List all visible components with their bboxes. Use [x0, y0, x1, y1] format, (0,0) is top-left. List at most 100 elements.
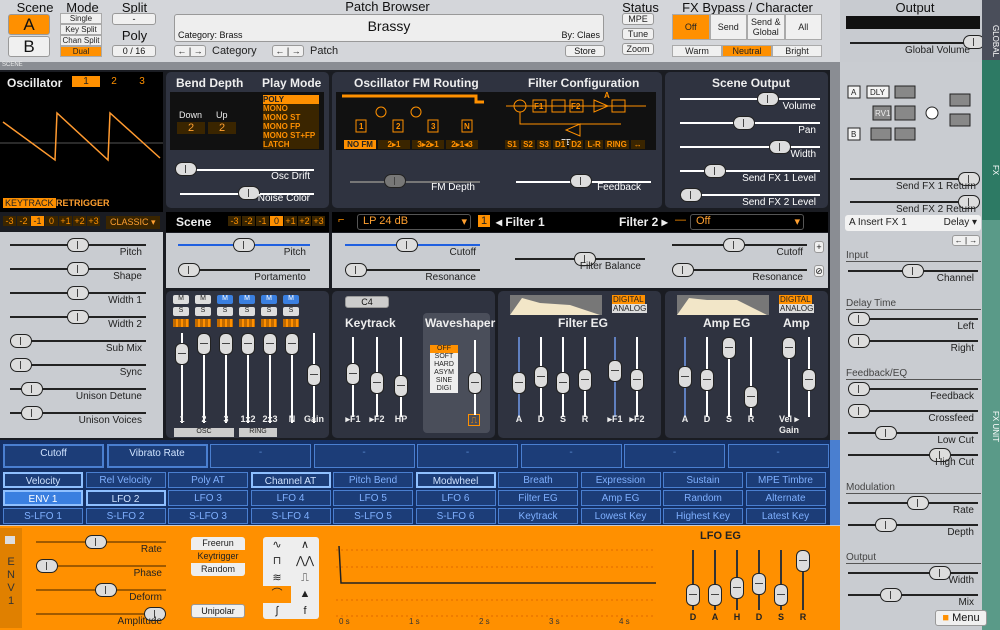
mod-source-s-lfo-5[interactable]: S-LFO 5 — [333, 508, 413, 524]
waveshaper-off[interactable]: OFF — [430, 345, 458, 353]
mod-source-s-lfo-6[interactable]: S-LFO 6 — [415, 508, 496, 524]
character-bright[interactable]: Bright — [772, 45, 822, 57]
bend-down-value[interactable]: 2 — [177, 122, 205, 134]
mod-source-random[interactable]: Random — [663, 490, 743, 506]
lfo-shape-9-icon[interactable]: f — [291, 603, 319, 619]
fx-prev-next[interactable]: ← | → — [952, 235, 980, 246]
mod-source-lowest-key[interactable]: Lowest Key — [580, 508, 661, 524]
solo-N[interactable]: S — [283, 307, 299, 316]
store-button[interactable]: Store — [565, 45, 605, 57]
category-prev-next[interactable]: ← | → — [174, 45, 206, 57]
solo-1[interactable]: S — [173, 307, 189, 316]
mixer-n-knob[interactable] — [285, 333, 299, 355]
mod-source-sustain[interactable]: Sustain — [663, 472, 743, 488]
fx-unit-side-tab[interactable]: FX UNIT — [982, 220, 1000, 630]
lfo-eg-3-knob[interactable] — [752, 572, 766, 595]
mod-source-s-lfo-1[interactable]: S-LFO 1 — [3, 508, 83, 524]
mixer-2x3-knob[interactable] — [263, 333, 277, 355]
fx-width-slider[interactable] — [848, 572, 978, 574]
unipolar-button[interactable]: Unipolar — [191, 604, 245, 618]
lfo-shape-7-icon[interactable]: ▲ — [291, 586, 319, 602]
lfo-shape-3-icon[interactable]: ⋀⋀ — [291, 553, 319, 569]
scene-volume-slider[interactable] — [680, 98, 820, 100]
filter2-tab[interactable]: Filter 2 ▸ — [619, 215, 668, 229]
osc-octave-0[interactable]: 0 — [45, 216, 58, 226]
lfo-shape-5-icon[interactable]: ⎍ — [291, 570, 319, 586]
filter1-type-dropdown[interactable]: LP 24 dB ▾ — [357, 214, 471, 230]
waveshaper-soft[interactable]: SOFT — [430, 353, 458, 361]
mixer-1-knob[interactable] — [175, 343, 189, 366]
mod-source-channel-at[interactable]: Channel AT — [250, 472, 331, 488]
osc-octave-minus3[interactable]: -3 — [3, 216, 16, 226]
keytrack-2-knob[interactable] — [394, 374, 408, 397]
fx-bypass-send-global[interactable]: Send & Global — [747, 14, 785, 40]
filter-config-option-7[interactable]: ↔ — [630, 140, 645, 149]
play-mode-latch[interactable]: LATCH — [263, 140, 319, 149]
filter-add-button[interactable]: + — [814, 241, 824, 253]
waveshaper-curve-icon[interactable]: ⎍ — [468, 414, 480, 426]
scene-send-fx-1-level-slider[interactable] — [680, 170, 820, 172]
scene-a-button[interactable]: A — [8, 14, 50, 35]
filter-config-option-5[interactable]: L-R — [585, 140, 603, 149]
status-tune-button[interactable]: Tune — [622, 28, 654, 40]
fx-side-tab[interactable]: FX — [982, 60, 1000, 220]
play-mode-mono-st[interactable]: MONO ST — [263, 113, 319, 122]
filter-config-option-1[interactable]: S2 — [521, 140, 535, 149]
lfo-shape-0-icon[interactable]: ∿ — [263, 537, 291, 553]
waveshaper-hard[interactable]: HARD — [430, 361, 458, 369]
mute-1x2[interactable]: M — [239, 295, 255, 304]
character-warm[interactable]: Warm — [672, 45, 722, 57]
mixer-2-knob[interactable] — [197, 333, 211, 355]
waveshaper-drive-knob[interactable] — [468, 371, 482, 394]
amp-eg-1-knob[interactable] — [700, 368, 714, 391]
waveshaper-sine[interactable]: SINE — [430, 377, 458, 385]
patch-display[interactable]: Brassy Category: Brass By: Claes — [174, 14, 604, 42]
lfo-shape-6-icon[interactable]: ⌒ — [263, 586, 291, 603]
fx-slot-dropdown[interactable]: A Insert FX 1 Delay ▾ — [845, 215, 981, 231]
amp-eg-4-knob[interactable] — [782, 337, 796, 359]
fx-high-cut-slider[interactable] — [848, 454, 978, 456]
play-mode-mono-fp[interactable]: MONO FP — [263, 122, 319, 131]
split-value[interactable]: - — [112, 13, 156, 25]
osc-octave-minus2[interactable]: -2 — [17, 216, 30, 226]
solo-3[interactable]: S — [217, 307, 233, 316]
amp-eg-digital[interactable]: DIGITAL — [779, 295, 812, 304]
filter1-tab[interactable]: ◂ Filter 1 — [496, 215, 545, 229]
fx-depth-slider[interactable] — [848, 524, 978, 526]
lfo-eg-4-knob[interactable] — [774, 584, 788, 607]
global-side-tab[interactable]: GLOBAL — [982, 0, 1000, 60]
mod-source-amp-eg[interactable]: Amp EG — [580, 490, 661, 506]
retrigger-toggle[interactable]: RETRIGGER — [56, 198, 110, 208]
mute-2[interactable]: M — [195, 295, 211, 304]
fx-low-cut-slider[interactable] — [848, 432, 978, 434]
amp-gain-knob[interactable] — [802, 368, 816, 391]
scene-octave-plus3[interactable]: +3 — [312, 216, 325, 226]
fx-bypass-all[interactable]: All — [784, 14, 822, 40]
mod-source-rel-velocity[interactable]: Rel Velocity — [85, 472, 166, 488]
mod-source-s-lfo-3[interactable]: S-LFO 3 — [168, 508, 248, 524]
lfo-shape-8-icon[interactable]: ∫ — [263, 603, 291, 619]
fm-option-3[interactable]: 2▸1◂3 — [446, 140, 478, 149]
mod-source-lfo-5[interactable]: LFO 5 — [333, 490, 413, 506]
character-neutral[interactable]: Neutral — [722, 45, 772, 57]
filter-eg-digital[interactable]: DIGITAL — [612, 295, 645, 304]
solo-1x2[interactable]: S — [239, 307, 255, 316]
scene-octave-minus1[interactable]: -1 — [256, 216, 269, 226]
lfo-eg-0-knob[interactable] — [686, 584, 700, 607]
filter-eg-1-knob[interactable] — [534, 366, 548, 388]
filter-eg-4-knob[interactable] — [608, 360, 622, 383]
route-1[interactable] — [173, 319, 189, 327]
fm-option-0[interactable]: NO FM — [344, 140, 376, 149]
mod-source-env-1[interactable]: ENV 1 — [3, 490, 83, 506]
mod-source-lfo-6[interactable]: LFO 6 — [415, 490, 496, 506]
filter-eg-analog[interactable]: ANALOG — [612, 304, 648, 313]
route-1x2[interactable] — [239, 319, 255, 327]
mod-source-alternate[interactable]: Alternate — [745, 490, 826, 506]
global-volume-slider[interactable] — [850, 42, 975, 44]
macro-5[interactable]: - — [520, 444, 622, 468]
route-2x3[interactable] — [261, 319, 277, 327]
lfo-eg-1-knob[interactable] — [708, 584, 722, 607]
mod-source-expression[interactable]: Expression — [580, 472, 661, 488]
mod-source-keytrack[interactable]: Keytrack — [498, 508, 578, 524]
waveshaper-asym[interactable]: ASYM — [430, 369, 458, 377]
